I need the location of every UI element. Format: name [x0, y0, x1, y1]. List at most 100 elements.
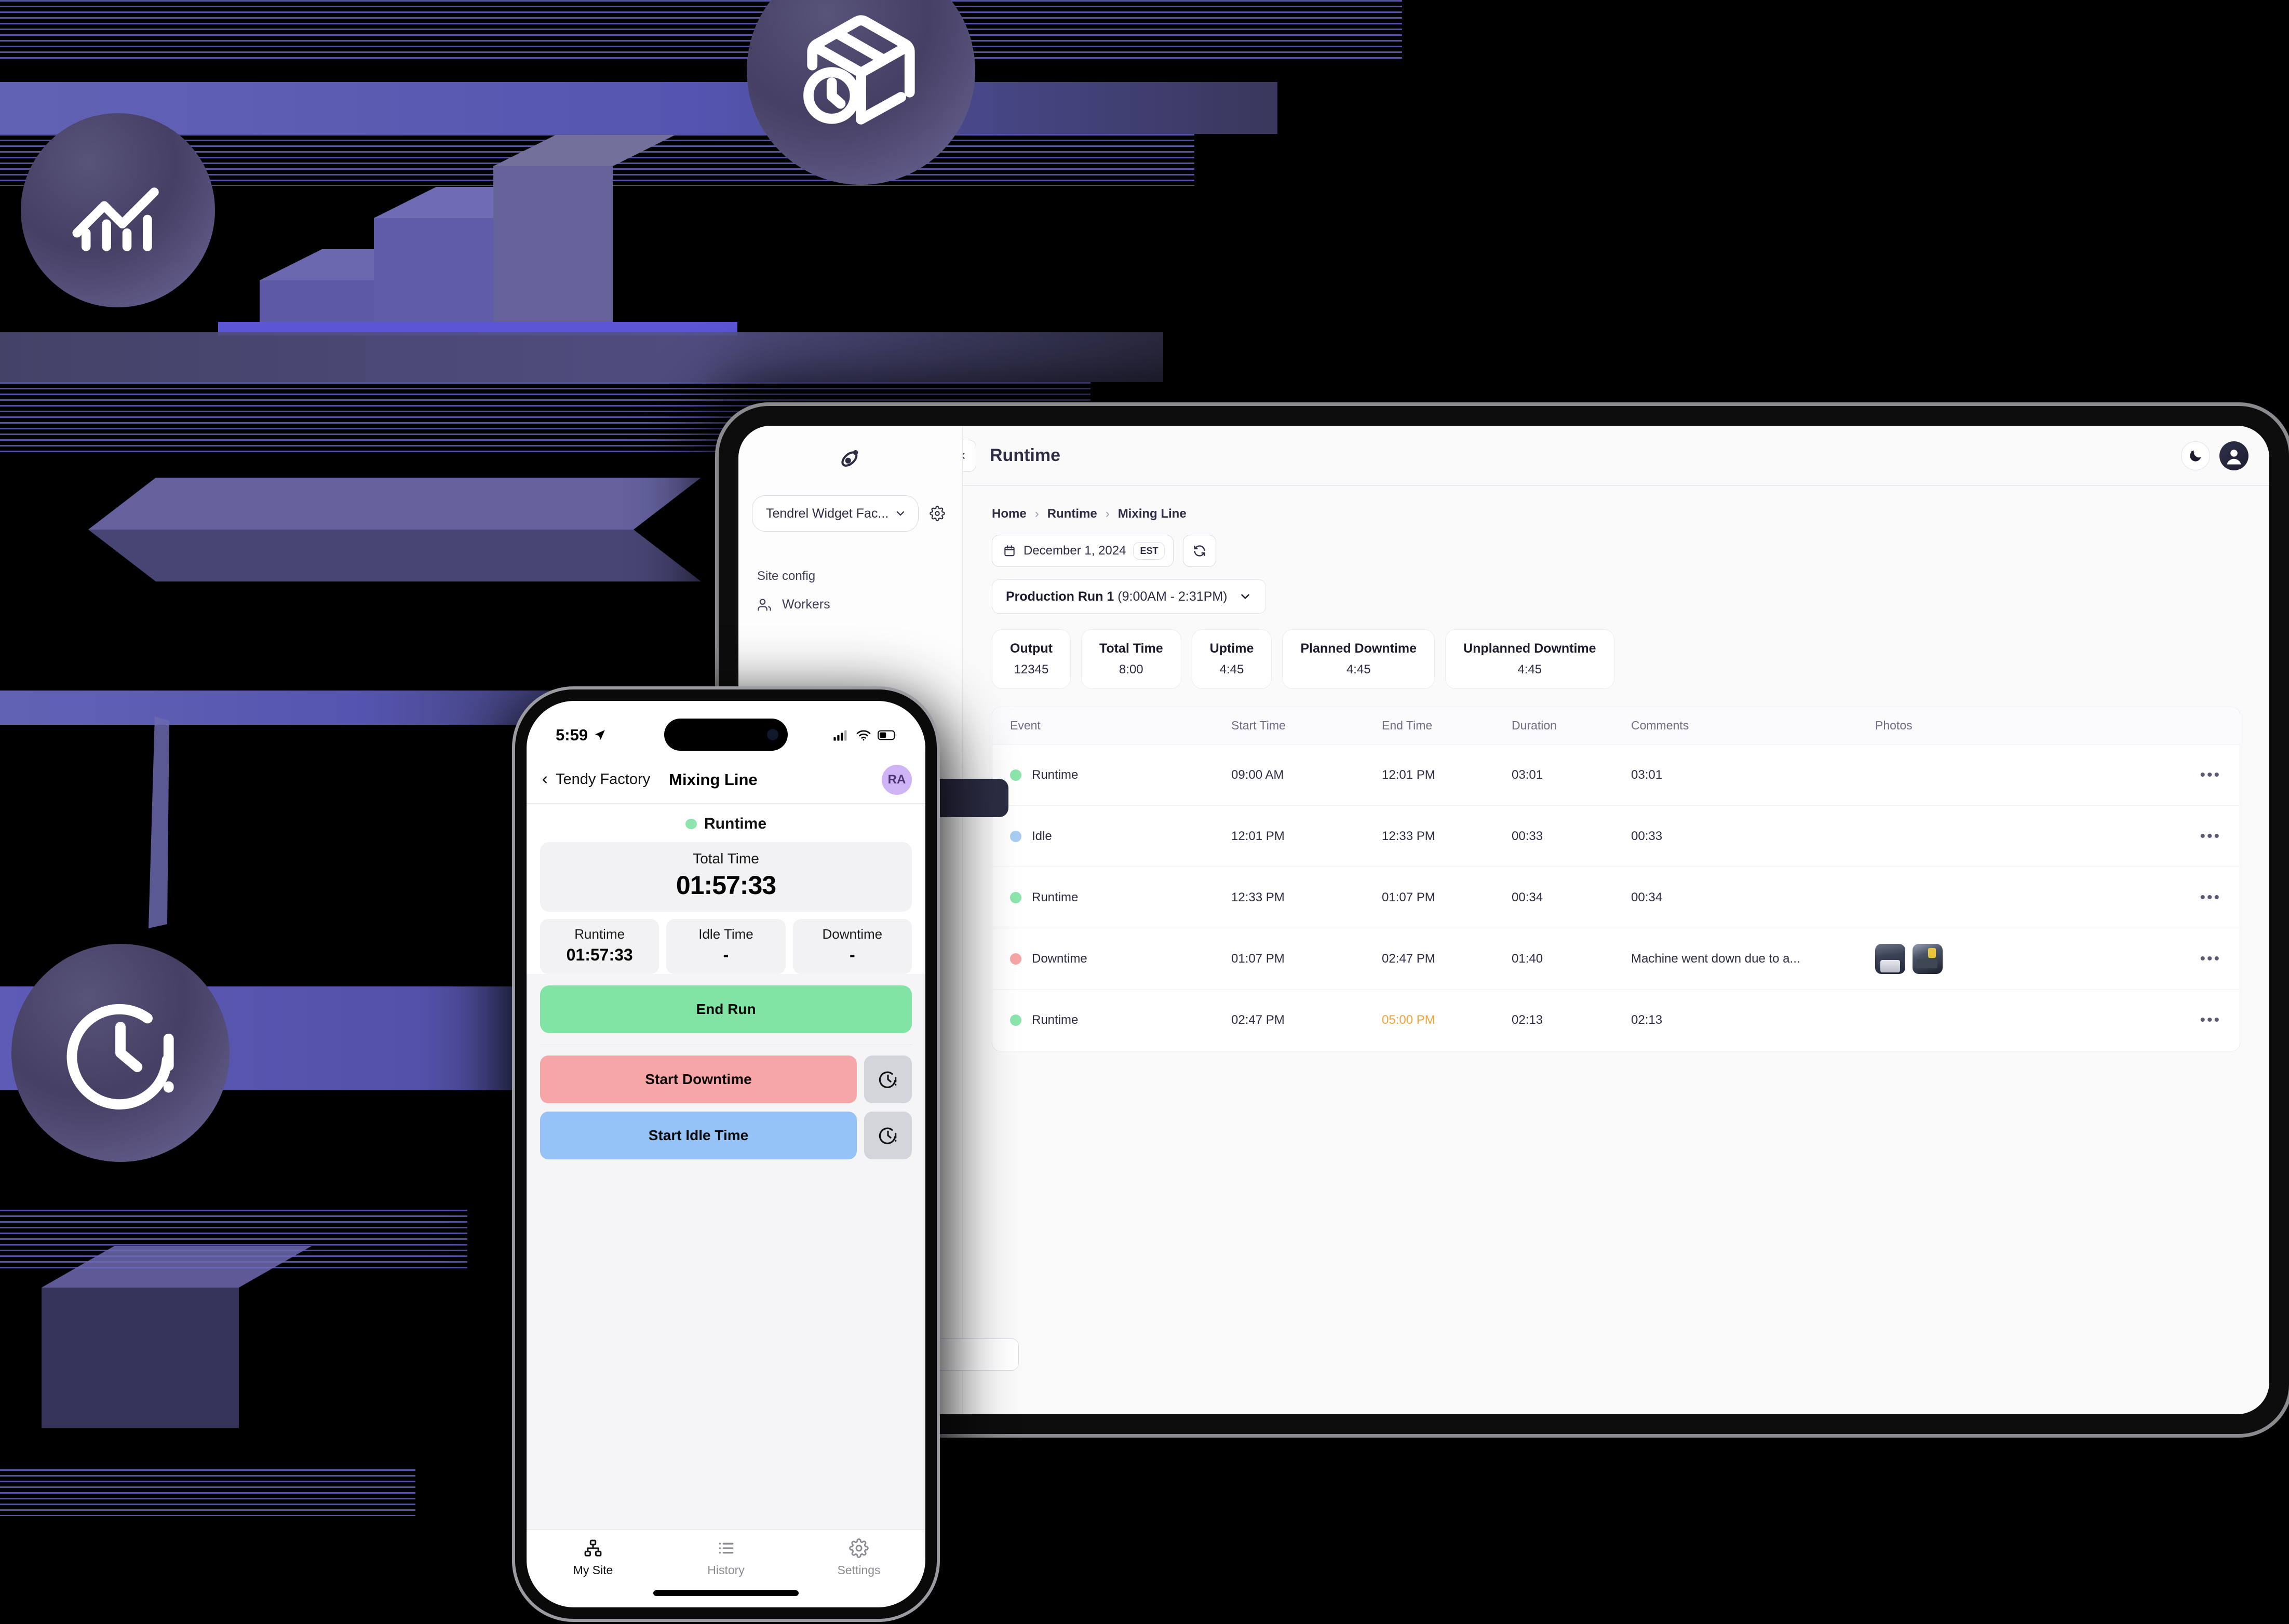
- cellular-bars-icon: [833, 730, 847, 741]
- stat-card-total-time: Total Time 8:00: [1081, 629, 1181, 689]
- cell-comment: 03:01: [1631, 767, 1663, 782]
- box-clock-icon: [803, 15, 915, 125]
- date-picker[interactable]: December 1, 2024 EST: [992, 535, 1174, 567]
- phone-status-badge: Runtime: [540, 815, 912, 833]
- controls-row: December 1, 2024 EST: [992, 535, 2240, 567]
- photo-thumbnail[interactable]: [1913, 943, 1943, 974]
- date-value: December 1, 2024: [1024, 544, 1126, 558]
- chevron-down-icon: [896, 511, 905, 516]
- sidebar-item-label: Workers: [782, 597, 830, 612]
- idle-action-row: Start Idle Time: [540, 1112, 912, 1159]
- bg-stripes-5: [0, 1469, 415, 1516]
- tab-settings[interactable]: Settings: [792, 1538, 925, 1577]
- cell-comment: 02:13: [1631, 1013, 1663, 1027]
- gear-icon: [849, 1538, 869, 1558]
- phone-actions: End Run Start Downtime Start Idle Time: [527, 974, 925, 1530]
- theme-toggle-button[interactable]: [2181, 441, 2210, 470]
- org-switcher-row: Tendrel Widget Fac...: [738, 495, 962, 532]
- calendar-icon: [1004, 545, 1015, 557]
- tablet-device: Tendrel Widget Fac... Site config Worker…: [719, 406, 2289, 1434]
- timezone-chip[interactable]: EST: [1133, 542, 1165, 560]
- idle-history-button[interactable]: [864, 1112, 912, 1159]
- status-time-group: 5:59: [556, 726, 607, 745]
- clock-alert-icon: [66, 1004, 174, 1109]
- end-run-button[interactable]: End Run: [540, 985, 912, 1033]
- sidebar-item-workers[interactable]: Workers: [738, 584, 962, 612]
- cell-event: Idle: [992, 829, 1231, 844]
- breadcrumb-item-runtime[interactable]: Runtime: [1047, 507, 1097, 521]
- total-time-value: 01:57:33: [676, 871, 776, 900]
- phone-status-bar: 5:59: [527, 701, 925, 756]
- tablet-content: Home › Runtime › Mixing Line December 1,…: [963, 486, 2269, 1414]
- cell-end-time: 12:01 PM: [1382, 767, 1435, 782]
- downtime-history-button[interactable]: [864, 1055, 912, 1103]
- photo-thumbnail[interactable]: [1875, 943, 1905, 974]
- phone-back-button[interactable]: Tendy Factory: [539, 771, 650, 788]
- bg-vert-bar-1: [140, 716, 203, 935]
- breadcrumb: Home › Runtime › Mixing Line: [992, 507, 2240, 521]
- tile-label: Runtime: [574, 926, 625, 942]
- sitemap-icon: [584, 1539, 602, 1557]
- table-row[interactable]: Runtime 02:47 PM 05:00 PM 02:13 02:13 ••…: [992, 990, 2240, 1051]
- bg-arrow-left: [31, 446, 737, 633]
- refresh-button[interactable]: [1183, 535, 1217, 567]
- phone-screen: 5:59 Tendy Factory Mixing Line RA Runtim…: [527, 701, 925, 1607]
- start-downtime-button[interactable]: Start Downtime: [540, 1055, 857, 1103]
- cell-end-time: 02:47 PM: [1382, 951, 1435, 966]
- stat-cards: Output 12345 Total Time 8:00 Uptime 4:45…: [992, 629, 2240, 689]
- org-select[interactable]: Tendrel Widget Fac...: [752, 495, 919, 532]
- stat-value: 12345: [1014, 662, 1049, 676]
- phone-total-time-card: Total Time 01:57:33: [540, 842, 912, 912]
- tile-downtime: Downtime -: [792, 919, 912, 974]
- phone-body: Runtime Total Time 01:57:33 Runtime 01:5…: [527, 804, 925, 1530]
- status-dot-green: [1010, 891, 1021, 903]
- row-menu-button[interactable]: •••: [2183, 766, 2240, 784]
- atom-logo-icon: [841, 450, 858, 467]
- cell-end-time: 12:33 PM: [1382, 829, 1435, 843]
- moon-icon: [2190, 450, 2201, 462]
- dynamic-island: [664, 719, 788, 751]
- breadcrumb-item-mixing-line[interactable]: Mixing Line: [1118, 507, 1187, 521]
- production-run-select[interactable]: Production Run 1 (9:00AM - 2:31PM): [992, 579, 1267, 614]
- phone-status-label: Runtime: [704, 815, 766, 832]
- tab-my-site[interactable]: My Site: [527, 1538, 659, 1577]
- stat-label: Planned Downtime: [1300, 641, 1417, 656]
- bg-step-blocks: [125, 62, 831, 353]
- row-menu-button[interactable]: •••: [2183, 889, 2240, 906]
- cell-duration: 00:34: [1512, 890, 1543, 904]
- stat-card-unplanned-downtime: Unplanned Downtime 4:45: [1445, 629, 1614, 689]
- row-menu-button[interactable]: •••: [2183, 950, 2240, 968]
- stat-label: Unplanned Downtime: [1463, 641, 1596, 656]
- tile-idle-time: Idle Time -: [666, 919, 786, 974]
- breadcrumb-separator: ›: [1034, 507, 1039, 521]
- cell-comment: 00:33: [1631, 829, 1663, 843]
- cell-duration: 03:01: [1512, 767, 1543, 782]
- front-camera-icon: [767, 729, 778, 740]
- users-icon: [758, 598, 771, 611]
- breadcrumb-item-home[interactable]: Home: [992, 507, 1027, 521]
- status-dot-green: [685, 819, 697, 829]
- cell-event: Runtime: [992, 768, 1231, 782]
- tab-history[interactable]: History: [659, 1538, 792, 1577]
- status-dot-red: [1010, 953, 1021, 965]
- row-menu-button[interactable]: •••: [2183, 1011, 2240, 1029]
- phone-tab-bar: My Site History Settings: [527, 1530, 925, 1607]
- phone-avatar[interactable]: RA: [882, 764, 912, 795]
- table-row[interactable]: Idle 12:01 PM 12:33 PM 00:33 00:33 •••: [992, 806, 2240, 867]
- site-settings-button[interactable]: [926, 502, 949, 525]
- row-menu-button[interactable]: •••: [2183, 828, 2240, 845]
- stat-value: 4:45: [1517, 662, 1542, 676]
- battery-icon: [878, 730, 897, 740]
- stat-card-uptime: Uptime 4:45: [1191, 629, 1272, 689]
- table-row[interactable]: Runtime 09:00 AM 12:01 PM 03:01 03:01 ••…: [992, 745, 2240, 806]
- table-row[interactable]: Downtime 01:07 PM 02:47 PM 01:40 Machine…: [992, 928, 2240, 990]
- column-header-comments: Comments: [1631, 719, 1689, 732]
- user-avatar[interactable]: [2219, 441, 2248, 470]
- location-arrow-icon: [595, 730, 605, 740]
- chart-trend-icon: [72, 187, 159, 251]
- start-idle-time-button[interactable]: Start Idle Time: [540, 1112, 857, 1159]
- cell-event: Runtime: [992, 1013, 1231, 1027]
- cell-duration: 01:40: [1512, 951, 1543, 966]
- downtime-action-row: Start Downtime: [540, 1055, 912, 1103]
- table-row[interactable]: Runtime 12:33 PM 01:07 PM 00:34 00:34 ••…: [992, 867, 2240, 928]
